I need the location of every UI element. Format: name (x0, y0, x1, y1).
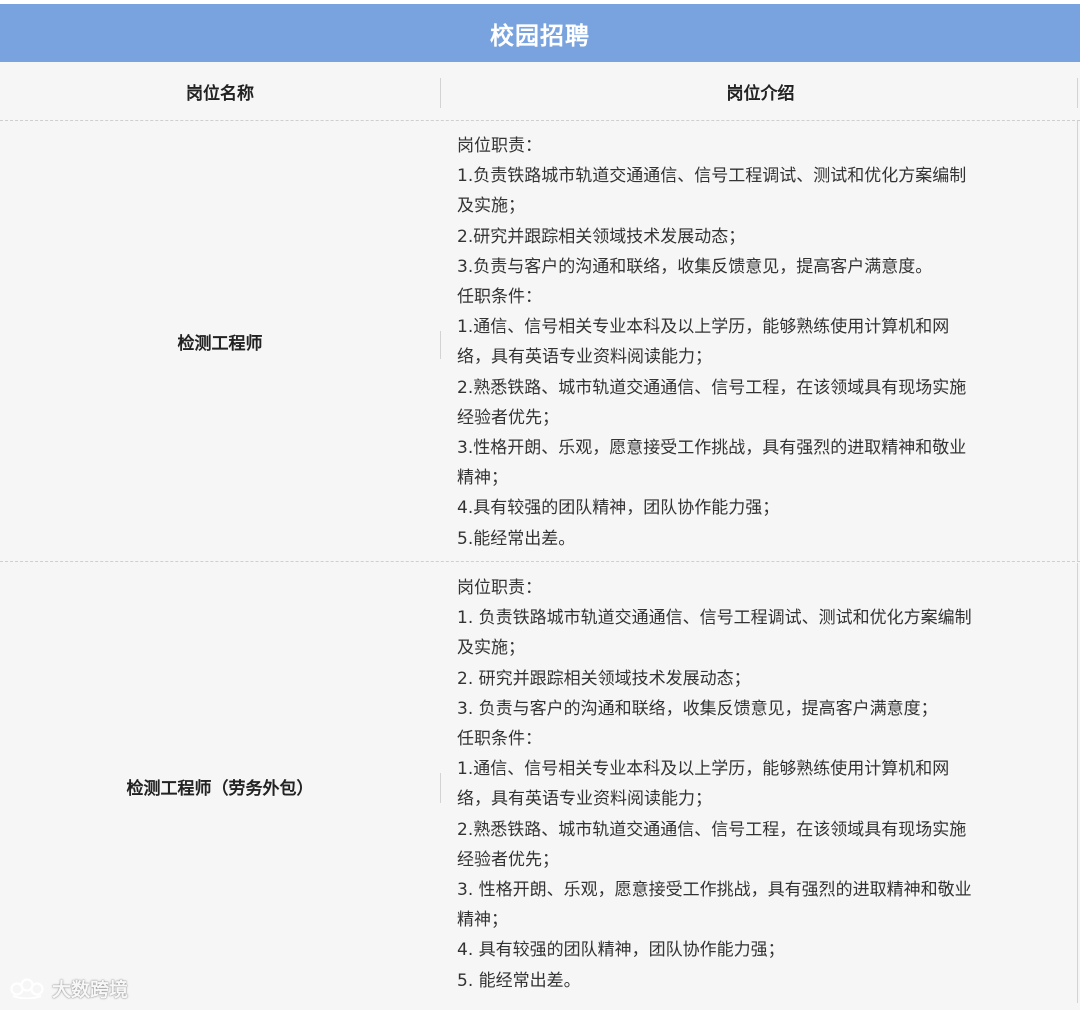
page-title-banner: 校园招聘 (0, 4, 1080, 62)
table-header: 岗位名称 岗位介绍 (0, 62, 1080, 121)
table-row: 检测工程师 岗位职责： 1.负责铁路城市轨道交通通信、信号工程调试、测试和优化方… (0, 121, 1080, 562)
description-line: 岗位职责： (457, 136, 542, 156)
description-line: 及实施； (457, 638, 525, 659)
description-line: 1.负责铁路城市轨道交通通信、信号工程调试、测试和优化方案编制 (457, 166, 967, 187)
description-line: 2.研究并跟踪相关领域技术发展动态； (457, 226, 746, 247)
description-line: 1.通信、信号相关专业本科及以上学历，能够熟练使用计算机和网 (457, 317, 950, 338)
position-description: 岗位职责： 1.负责铁路城市轨道交通通信、信号工程调试、测试和优化方案编制 及实… (457, 131, 1072, 554)
position-name: 检测工程师 (177, 333, 263, 354)
description-line: 3. 性格开朗、乐观，愿意接受工作挑战，具有强烈的进取精神和敬业 (457, 880, 972, 901)
position-description: 岗位职责： 1. 负责铁路城市轨道交通通信、信号工程调试、测试和优化方案编制 及… (457, 573, 1072, 996)
row-right-edge (1077, 121, 1078, 561)
description-line: 及实施； (457, 196, 525, 217)
position-name: 检测工程师（劳务外包） (126, 779, 314, 799)
description-line: 络，具有英语专业资料阅读能力； (457, 789, 712, 810)
description-line: 5.能经常出差。 (457, 528, 576, 549)
job-table: 岗位名称 岗位介绍 检测工程师 岗位职责： 1.负责铁路城市轨道交通通信、信号工… (0, 62, 1080, 1010)
description-line: 1. 负责铁路城市轨道交通通信、信号工程调试、测试和优化方案编制 (457, 608, 972, 629)
description-line: 络，具有英语专业资料阅读能力； (457, 347, 712, 368)
description-line: 经验者优先； (457, 849, 559, 870)
description-line: 任职条件： (457, 729, 542, 750)
description-line: 1.通信、信号相关专业本科及以上学历，能够熟练使用计算机和网 (457, 759, 950, 780)
header-position-name: 岗位名称 (186, 83, 254, 104)
header-position-intro: 岗位介绍 (726, 83, 795, 104)
watermark-text: 大数跨境 (52, 978, 129, 1001)
table-row: 检测工程师（劳务外包） 岗位职责： 1. 负责铁路城市轨道交通通信、信号工程调试… (0, 563, 1080, 1010)
page-title: 校园招聘 (490, 21, 590, 50)
description-line: 2.熟悉铁路、城市轨道交通通信、信号工程，在该领域具有现场实施 (457, 819, 967, 840)
description-line: 精神； (457, 468, 508, 489)
description-line: 2.熟悉铁路、城市轨道交通通信、信号工程，在该领域具有现场实施 (457, 377, 967, 398)
description-line: 岗位职责： (457, 578, 542, 598)
description-line: 3.负责与客户的沟通和联络，收集反馈意见，提高客户满意度。 (457, 256, 933, 277)
description-line: 2. 研究并跟踪相关领域技术发展动态； (457, 668, 751, 689)
description-line: 4. 具有较强的团队精神，团队协作能力强； (457, 940, 785, 961)
description-line: 3. 负责与客户的沟通和联络，收集反馈意见，提高客户满意度； (457, 698, 938, 719)
description-line: 精神； (457, 910, 508, 931)
row-divider (440, 331, 441, 359)
header-right-edge (1077, 78, 1078, 108)
description-line: 3.性格开朗、乐观，愿意接受工作挑战，具有强烈的进取精神和敬业 (457, 438, 967, 459)
description-line: 5. 能经常出差。 (457, 970, 581, 991)
page: 校园招聘 岗位名称 岗位介绍 检测工程师 岗位职责： 1.负责铁路城市轨道交通通… (0, 0, 1080, 1010)
row-right-edge (1077, 563, 1078, 1003)
row-divider (440, 773, 441, 803)
watermark: 大数跨境 (10, 975, 128, 1001)
description-line: 任职条件： (457, 287, 542, 308)
description-line: 经验者优先； (457, 407, 559, 428)
description-line: 4.具有较强的团队精神，团队协作能力强； (457, 498, 780, 519)
brand-logo-icon (10, 978, 44, 999)
